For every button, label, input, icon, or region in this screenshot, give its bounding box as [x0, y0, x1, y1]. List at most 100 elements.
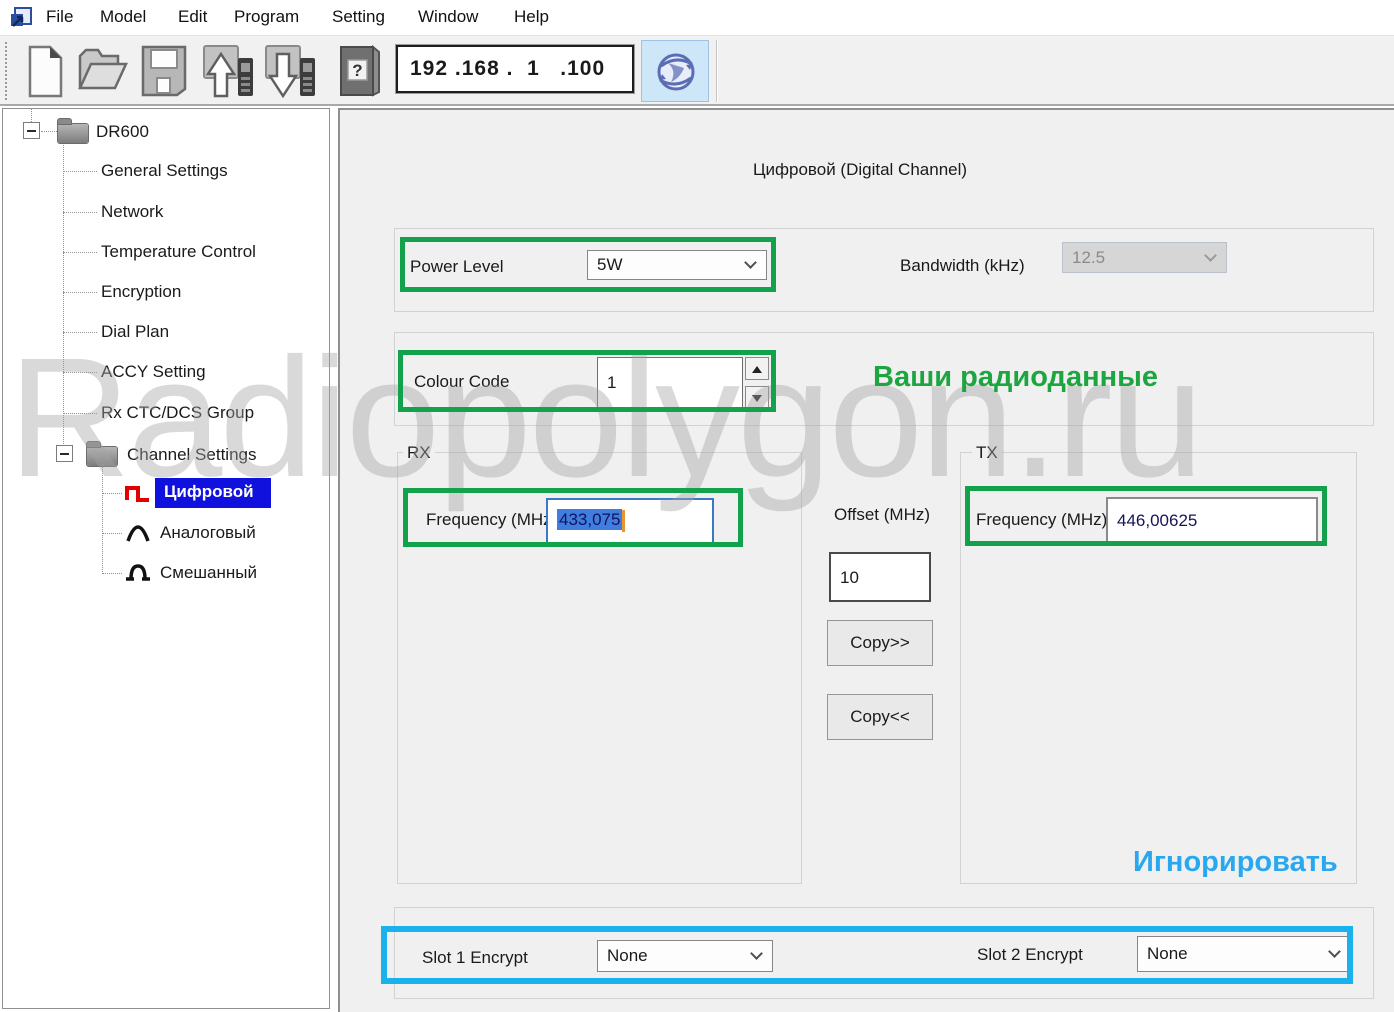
- tree-connector: [102, 493, 122, 494]
- chevron-down-icon: [750, 947, 763, 960]
- svg-text:?: ?: [352, 61, 362, 80]
- ip-address-input[interactable]: 192 .168 . 1 .100: [396, 45, 634, 93]
- tree-item-accy-setting[interactable]: ACCY Setting: [101, 362, 206, 382]
- copy-to-tx-button[interactable]: Copy>>: [827, 620, 933, 666]
- tree-item-digital-label: Цифровой: [164, 482, 254, 502]
- colour-code-spinner[interactable]: 1: [597, 357, 769, 409]
- copy-to-rx-button[interactable]: Copy<<: [827, 694, 933, 740]
- toolbar-separator: [716, 40, 718, 102]
- colour-code-value: 1: [607, 373, 616, 393]
- analog-channel-icon: [125, 521, 151, 543]
- tree-connector: [63, 413, 97, 414]
- download-radio-icon: [264, 87, 318, 104]
- menu-edit[interactable]: Edit: [178, 7, 207, 27]
- colour-code-input[interactable]: 1: [597, 357, 743, 409]
- tree-connector: [63, 171, 97, 172]
- menu-file[interactable]: File: [46, 7, 73, 27]
- slot1-encrypt-label: Slot 1 Encrypt: [422, 948, 528, 968]
- slot1-encrypt-select[interactable]: None: [597, 940, 773, 972]
- tree-connector: [63, 212, 97, 213]
- bandwidth-select: 12.5: [1062, 242, 1227, 273]
- menu-bar: File Model Edit Program Setting Window H…: [0, 0, 1394, 36]
- connect-button[interactable]: [641, 40, 709, 102]
- mixed-channel-icon: [125, 561, 151, 583]
- rx-group-label: RX: [403, 443, 435, 463]
- tree-panel: DR600 General Settings Network Temperatu…: [2, 108, 330, 1009]
- chevron-down-icon: [744, 256, 757, 269]
- menu-window[interactable]: Window: [418, 7, 478, 27]
- tree-connector: [63, 372, 97, 373]
- colour-code-label: Colour Code: [414, 372, 509, 392]
- text-caret: [622, 510, 625, 532]
- globe-icon: [655, 51, 697, 98]
- upload-radio-icon: [202, 87, 256, 104]
- save-icon: [140, 85, 188, 102]
- tx-frequency-input[interactable]: 446,00625: [1106, 497, 1318, 544]
- bandwidth-label: Bandwidth (kHz): [900, 256, 1025, 276]
- rx-frequency-value: 433,075: [557, 509, 622, 530]
- tree-connector: [41, 131, 57, 132]
- bandwidth-value: 12.5: [1072, 248, 1105, 268]
- tree-connector: [31, 109, 32, 122]
- new-file-icon: [22, 87, 68, 104]
- offset-label: Offset (MHz): [826, 505, 938, 525]
- tree-item-mixed[interactable]: Смешанный: [160, 563, 257, 583]
- slot2-encrypt-value: None: [1147, 944, 1188, 964]
- spin-up-button[interactable]: [745, 357, 769, 380]
- menu-help[interactable]: Help: [514, 7, 549, 27]
- tree-connector: [63, 252, 97, 253]
- chevron-down-icon: [1328, 945, 1341, 958]
- open-file-button[interactable]: [76, 44, 128, 100]
- save-file-button[interactable]: [140, 44, 192, 100]
- app-icon: [8, 5, 34, 36]
- power-level-value: 5W: [597, 255, 623, 275]
- slot2-encrypt-label: Slot 2 Encrypt: [977, 945, 1083, 965]
- expand-box-channel-settings[interactable]: [56, 445, 73, 462]
- offset-input[interactable]: 10: [829, 552, 931, 602]
- tx-frequency-value: 446,00625: [1117, 511, 1197, 531]
- tree-connector: [63, 332, 97, 333]
- read-from-radio-button[interactable]: [264, 44, 316, 100]
- tree-item-dial-plan[interactable]: Dial Plan: [101, 322, 169, 342]
- tree-connector: [63, 141, 64, 446]
- new-file-button[interactable]: [22, 44, 74, 100]
- tree-connector: [63, 292, 97, 293]
- slot2-encrypt-select[interactable]: None: [1137, 936, 1351, 972]
- tx-group-label: TX: [972, 443, 1002, 463]
- help-button[interactable]: ?: [336, 44, 388, 100]
- rx-frequency-input[interactable]: 433,075: [546, 498, 714, 544]
- open-folder-icon: [76, 83, 128, 100]
- slot1-encrypt-value: None: [607, 946, 648, 966]
- digital-channel-icon: [125, 482, 151, 504]
- tree-item-general-settings[interactable]: General Settings: [101, 161, 228, 181]
- tree-item-dr600[interactable]: DR600: [96, 122, 149, 142]
- page-title: Цифровой (Digital Channel): [340, 160, 1380, 180]
- toolbar: ? 192 .168 . 1 .100: [0, 36, 1394, 106]
- tree-item-channel-settings[interactable]: Channel Settings: [127, 445, 256, 465]
- write-to-radio-button[interactable]: [202, 44, 254, 100]
- help-book-icon: ?: [336, 85, 382, 102]
- tree-item-encryption[interactable]: Encryption: [101, 282, 181, 302]
- folder-icon: [58, 124, 88, 143]
- tree-item-analog[interactable]: Аналоговый: [160, 523, 256, 543]
- menu-program[interactable]: Program: [234, 7, 299, 27]
- tree-item-digital-selected[interactable]: Цифровой: [155, 478, 271, 508]
- tree-connector: [102, 573, 122, 574]
- power-level-select[interactable]: 5W: [587, 250, 767, 280]
- power-group-box: [394, 228, 1374, 312]
- menu-setting[interactable]: Setting: [332, 7, 385, 27]
- annotation-your-radio-data: Ваши радиоданные: [873, 361, 1158, 394]
- tree-item-network[interactable]: Network: [101, 202, 163, 222]
- tree-item-temperature-control[interactable]: Temperature Control: [101, 242, 256, 262]
- toolbar-grip: [5, 42, 7, 100]
- tree-item-rx-ctc-dcs-group[interactable]: Rx CTC/DCS Group: [101, 403, 254, 423]
- tx-frequency-label: Frequency (MHz): [976, 510, 1107, 530]
- tree-connector: [102, 464, 103, 574]
- rx-frequency-label: Frequency (MHz): [426, 510, 557, 530]
- offset-value: 10: [840, 568, 859, 588]
- chevron-down-icon: [1204, 249, 1217, 262]
- menu-model[interactable]: Model: [100, 7, 146, 27]
- power-level-label: Power Level: [410, 257, 504, 277]
- spin-down-button[interactable]: [745, 386, 769, 409]
- expand-box-root[interactable]: [23, 122, 40, 139]
